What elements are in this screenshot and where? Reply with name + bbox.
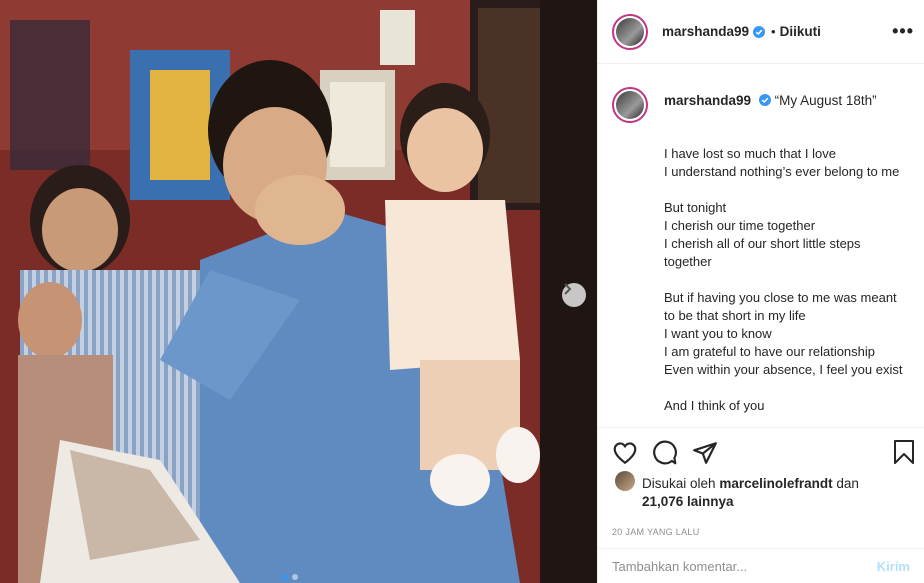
caption-section: marshanda99 “My August 18th” I have lost… [598,65,924,427]
like-heart-icon[interactable] [612,440,638,466]
comment-icon[interactable] [652,440,678,466]
caption-avatar[interactable] [612,87,648,123]
verified-badge-icon [758,94,771,106]
carousel-indicator [282,574,298,580]
next-slide-button[interactable] [562,283,586,307]
more-options-button[interactable]: ••• [892,22,914,40]
family-photo-image [0,0,597,583]
caption-title: “My August 18th” [774,93,877,108]
liked-by-user[interactable]: marcelinolefrandt [719,476,832,491]
avatar[interactable] [612,13,648,50]
post-timestamp[interactable]: 20 JAM YANG LALU [598,511,924,537]
follow-separator: • [771,24,776,39]
caption-username[interactable]: marshanda99 [664,93,751,108]
liker-avatar[interactable] [615,471,635,491]
header-username[interactable]: marshanda99 [662,24,749,39]
likes-summary: Disukai oleh marcelinolefrandt dan 21,07… [598,466,924,511]
carousel-dot-2 [292,574,298,580]
post-actions: Disukai oleh marcelinolefrandt dan 21,07… [598,427,924,537]
liked-prefix: Disukai oleh [642,476,716,491]
post-photo[interactable] [0,0,597,583]
caption-header: marshanda99 “My August 18th” [612,87,910,123]
comment-input[interactable] [612,558,877,574]
bookmark-icon[interactable] [892,439,916,465]
caption-text: I have lost so much that I love I unders… [664,146,903,413]
verified-badge-icon [753,25,766,38]
post-comment-button[interactable]: Kirim [877,559,910,574]
follow-status-button[interactable]: Diikuti [780,24,821,39]
carousel-dot-1 [282,574,288,580]
post-side-panel: marshanda99 • Diikuti ••• marshanda99 “M… [597,0,924,583]
post-header: marshanda99 • Diikuti ••• [598,0,924,64]
liked-and: dan [836,476,859,491]
likes-count[interactable]: 21,076 lainnya [642,494,734,509]
comment-box: Kirim [598,548,924,583]
share-icon[interactable] [692,440,718,466]
chevron-right-icon [564,283,572,295]
